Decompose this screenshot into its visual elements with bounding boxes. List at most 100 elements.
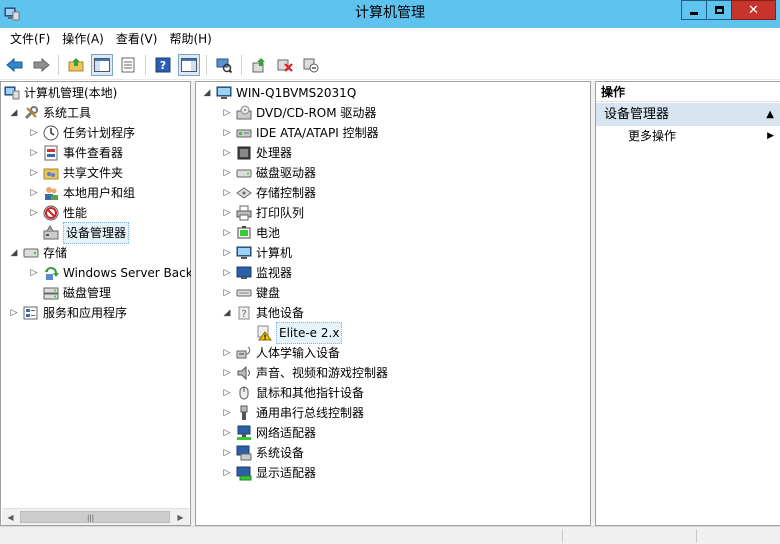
device-category[interactable]: ▷ 显示适配器	[222, 463, 316, 483]
collapsed-arrow-icon[interactable]: ▷	[29, 203, 39, 223]
device-category[interactable]: ▷ 处理器	[222, 143, 292, 163]
tree-item-disk-management[interactable]: 磁盘管理	[43, 283, 111, 303]
collapsed-arrow-icon[interactable]: ▷	[222, 463, 232, 483]
help-button[interactable]: ?	[152, 54, 174, 76]
menu-file[interactable]: 文件(F)	[4, 29, 56, 49]
status-bar	[0, 526, 780, 544]
device-category[interactable]: ▷ 存储控制器	[222, 183, 316, 203]
tree-item-task-scheduler[interactable]: ▷ 任务计划程序	[29, 123, 135, 143]
horizontal-scrollbar[interactable]: ◀ ||| ▶	[2, 508, 189, 525]
disable-button[interactable]	[300, 54, 322, 76]
device-category[interactable]: ▷ 键盘	[222, 283, 280, 303]
properties-button[interactable]	[117, 54, 139, 76]
forward-icon	[33, 57, 50, 72]
scroll-thumb[interactable]: |||	[20, 511, 170, 523]
collapsed-arrow-icon[interactable]: ▷	[222, 203, 232, 223]
device-category[interactable]: ▷ DVD/CD-ROM 驱动器	[222, 103, 376, 123]
minimize-icon	[690, 11, 698, 15]
action-more-actions[interactable]: 更多操作 ▶	[596, 126, 780, 146]
computer-icon	[236, 246, 252, 259]
window-title: 计算机管理	[355, 5, 425, 21]
collapsed-arrow-icon[interactable]: ▷	[222, 443, 232, 463]
other-devices-icon: ?	[238, 306, 250, 320]
collapsed-arrow-icon[interactable]: ▷	[222, 263, 232, 283]
collapsed-arrow-icon[interactable]: ▷	[222, 243, 232, 263]
tree-item-device-manager[interactable]: 设备管理器	[43, 222, 130, 244]
collapsed-arrow-icon[interactable]: ▷	[222, 163, 232, 183]
collapsed-arrow-icon[interactable]: ▷	[29, 263, 39, 283]
scroll-left-icon[interactable]: ◀	[2, 509, 19, 525]
forward-button[interactable]	[30, 54, 52, 76]
device-category[interactable]: ▷ 电池	[222, 223, 280, 243]
expanded-arrow-icon[interactable]: ◢	[222, 303, 232, 323]
collapsed-arrow-icon[interactable]: ▷	[222, 123, 232, 143]
close-button[interactable]: ✕	[731, 0, 776, 20]
device-category[interactable]: ▷ 系统设备	[222, 443, 304, 463]
tree-item-local-users[interactable]: ▷ 本地用户和组	[29, 183, 135, 203]
collapsed-arrow-icon[interactable]: ▷	[222, 143, 232, 163]
device-category[interactable]: ▷ 磁盘驱动器	[222, 163, 316, 183]
expanded-arrow-icon[interactable]: ◢	[202, 83, 212, 103]
collapsed-arrow-icon[interactable]: ▷	[222, 343, 232, 363]
collapsed-arrow-icon[interactable]: ▷	[29, 183, 39, 203]
maximize-button[interactable]	[706, 0, 732, 20]
tree-item-performance[interactable]: ▷ 性能	[29, 203, 87, 223]
services-icon	[23, 306, 38, 320]
collapsed-arrow-icon[interactable]: ▷	[29, 143, 39, 163]
tree-item-windows-server-backup[interactable]: ▷ Windows Server Back	[29, 263, 193, 283]
tree-item-shared-folders[interactable]: ▷ 共享文件夹	[29, 163, 123, 183]
back-button[interactable]	[4, 54, 26, 76]
tree-item-services-applications[interactable]: ▷ 服务和应用程序	[9, 303, 127, 323]
scroll-right-icon[interactable]: ▶	[172, 509, 189, 525]
collapse-up-icon[interactable]: ▲	[766, 103, 774, 127]
device-category[interactable]: ▷ 网络适配器	[222, 423, 316, 443]
collapsed-arrow-icon[interactable]: ▷	[222, 103, 232, 123]
device-category-label: IDE ATA/ATAPI 控制器	[256, 126, 379, 140]
up-button[interactable]	[65, 54, 87, 76]
minimize-button[interactable]	[681, 0, 707, 20]
collapsed-arrow-icon[interactable]: ▷	[222, 363, 232, 383]
device-category[interactable]: ▷ IDE ATA/ATAPI 控制器	[222, 123, 379, 143]
device-category[interactable]: ▷ 通用串行总线控制器	[222, 403, 364, 423]
collapsed-arrow-icon[interactable]: ▷	[222, 183, 232, 203]
device-category[interactable]: ▷ 鼠标和其他指针设备	[222, 383, 364, 403]
system-devices-icon	[236, 445, 252, 461]
expanded-arrow-icon[interactable]: ◢	[9, 243, 19, 263]
tree-item-computer-management[interactable]: 计算机管理(本地)	[4, 83, 117, 103]
device-category[interactable]: ▷ 声音、视频和游戏控制器	[222, 363, 388, 383]
device-category[interactable]: ▷ 监视器	[222, 263, 292, 283]
scan-hardware-button[interactable]	[213, 54, 235, 76]
device-root[interactable]: ◢ WIN-Q1BVMS2031Q	[202, 83, 357, 103]
collapsed-arrow-icon[interactable]: ▷	[222, 423, 232, 443]
collapsed-arrow-icon[interactable]: ▷	[222, 223, 232, 243]
collapsed-arrow-icon[interactable]: ▷	[9, 303, 19, 323]
device-category[interactable]: ▷ 计算机	[222, 243, 292, 263]
collapsed-arrow-icon[interactable]: ▷	[29, 163, 39, 183]
event-viewer-icon	[44, 145, 58, 161]
device-category[interactable]: ▷ 打印队列	[222, 203, 304, 223]
collapsed-arrow-icon[interactable]: ▷	[222, 383, 232, 403]
menu-action[interactable]: 操作(A)	[56, 29, 110, 49]
menu-view[interactable]: 查看(V)	[110, 29, 164, 49]
device-item-elite[interactable]: Elite-e 2.x	[256, 322, 343, 344]
actions-section-device-manager[interactable]: 设备管理器 ▲	[596, 102, 780, 126]
show-hide-tree-button[interactable]	[91, 53, 113, 76]
collapsed-arrow-icon[interactable]: ▷	[29, 123, 39, 143]
tree-item-event-viewer[interactable]: ▷ 事件查看器	[29, 143, 123, 163]
tree-item-label: 服务和应用程序	[43, 306, 128, 320]
mouse-icon	[239, 386, 249, 400]
device-item-label: Elite-e 2.x	[276, 322, 343, 344]
collapsed-arrow-icon[interactable]: ▷	[222, 403, 232, 423]
tree-item-storage[interactable]: ◢ 存储	[9, 243, 67, 263]
backup-icon	[45, 267, 59, 280]
show-hide-action-button[interactable]	[178, 53, 200, 76]
menu-help[interactable]: 帮助(H)	[163, 29, 217, 49]
expanded-arrow-icon[interactable]: ◢	[9, 103, 19, 123]
collapsed-arrow-icon[interactable]: ▷	[222, 283, 232, 303]
uninstall-button[interactable]	[274, 54, 296, 76]
tree-item-label: 共享文件夹	[63, 166, 124, 180]
device-category[interactable]: ▷ 人体学输入设备	[222, 343, 340, 363]
update-driver-button[interactable]	[248, 54, 270, 76]
tree-item-system-tools[interactable]: ◢ 系统工具	[9, 103, 91, 123]
device-category[interactable]: ◢ ? 其他设备	[222, 303, 304, 323]
